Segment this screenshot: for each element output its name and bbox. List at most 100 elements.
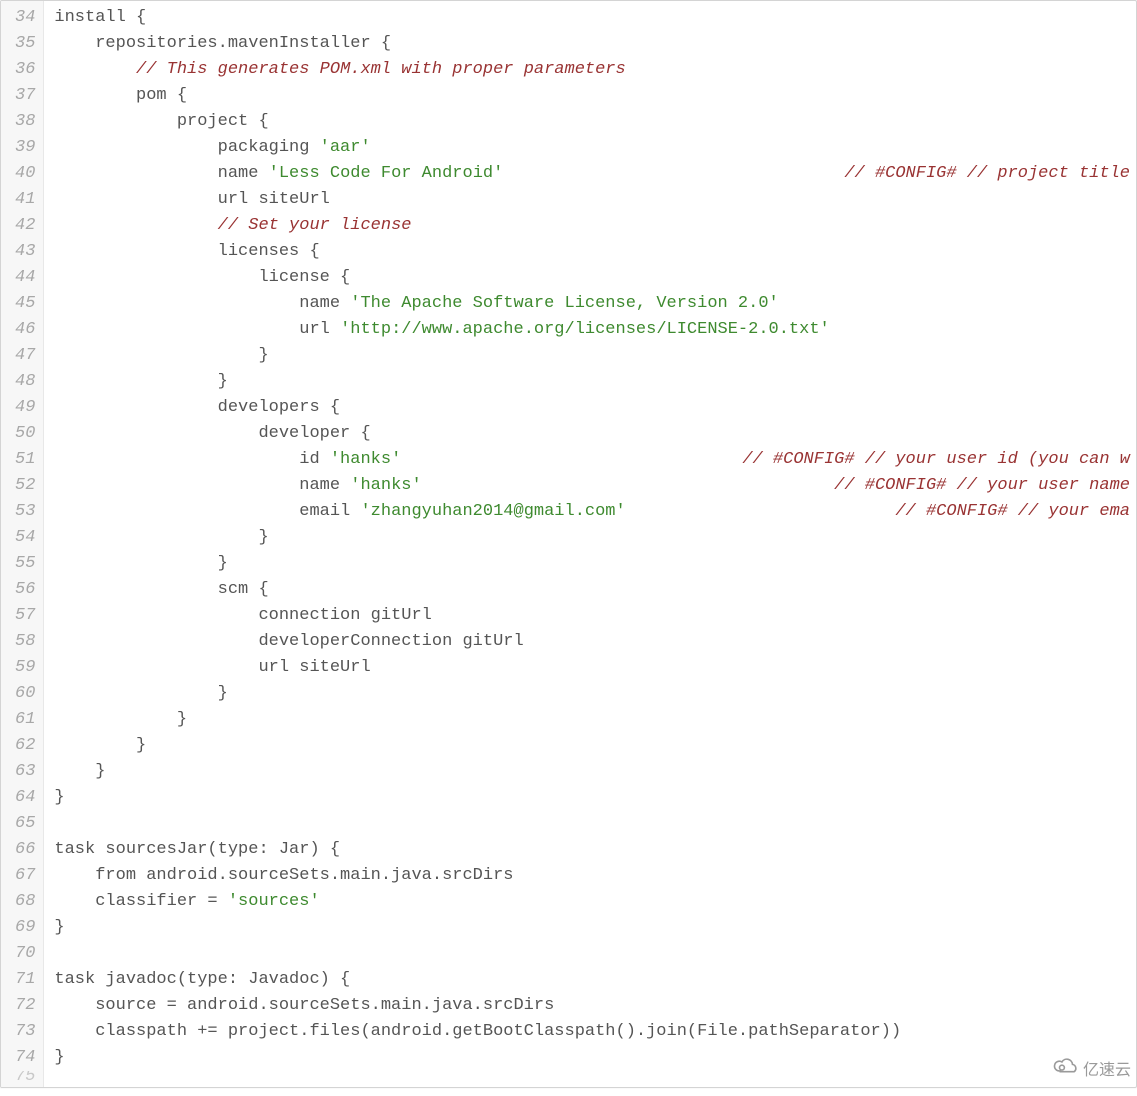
code-line[interactable]: install { (54, 5, 1136, 31)
code-token (54, 814, 64, 833)
line-number: 42 (15, 213, 35, 239)
comment-token: // #CONFIG# // project title (844, 164, 1130, 183)
code-token: name (54, 164, 268, 183)
code-line[interactable]: classifier = 'sources' (54, 889, 1136, 915)
string-token: 'The Apache Software License, Version 2.… (350, 294, 778, 313)
line-number: 46 (15, 317, 35, 343)
code-line[interactable]: project { (54, 109, 1136, 135)
code-line[interactable]: url 'http://www.apache.org/licenses/LICE… (54, 317, 1136, 343)
comment-token: // #CONFIG# // your user name (834, 476, 1130, 495)
line-number: 57 (15, 603, 35, 629)
line-number: 48 (15, 369, 35, 395)
code-line[interactable]: developerConnection gitUrl (54, 629, 1136, 655)
code-line[interactable]: } (54, 915, 1136, 941)
code-token: } (54, 762, 105, 781)
code-line[interactable]: task javadoc(type: Javadoc) { (54, 967, 1136, 993)
code-line[interactable]: license { (54, 265, 1136, 291)
code-area[interactable]: install { repositories.mavenInstaller { … (44, 1, 1136, 1087)
code-token: } (54, 554, 227, 573)
code-line[interactable]: } (54, 551, 1136, 577)
comment-token: // Set your license (218, 216, 412, 235)
line-number: 69 (15, 915, 35, 941)
code-line[interactable]: repositories.mavenInstaller { (54, 31, 1136, 57)
code-line[interactable]: name 'The Apache Software License, Versi… (54, 291, 1136, 317)
code-line[interactable]: url siteUrl (54, 187, 1136, 213)
line-number: 47 (15, 343, 35, 369)
code-token: name (54, 294, 350, 313)
code-line[interactable]: connection gitUrl (54, 603, 1136, 629)
code-token: task sourcesJar(type: Jar) { (54, 840, 340, 859)
code-line[interactable]: id 'hanks'// #CONFIG# // your user id (y… (54, 447, 1136, 473)
code-line[interactable]: developers { (54, 395, 1136, 421)
string-token: 'http://www.apache.org/licenses/LICENSE-… (340, 320, 830, 339)
code-line[interactable]: pom { (54, 83, 1136, 109)
code-line[interactable]: } (54, 525, 1136, 551)
string-token: 'aar' (320, 138, 371, 157)
code-token: } (54, 736, 146, 755)
line-number: 74 (15, 1045, 35, 1071)
code-token: task javadoc(type: Javadoc) { (54, 970, 350, 989)
code-line[interactable]: task sourcesJar(type: Jar) { (54, 837, 1136, 863)
line-number: 58 (15, 629, 35, 655)
code-token (54, 60, 136, 79)
watermark: 亿速云 (1053, 1056, 1131, 1080)
line-number: 61 (15, 707, 35, 733)
code-line[interactable]: } (54, 343, 1136, 369)
code-token: id (54, 450, 329, 469)
code-token: developers { (54, 398, 340, 417)
code-line[interactable]: source = android.sourceSets.main.java.sr… (54, 993, 1136, 1019)
code-token: packaging (54, 138, 319, 157)
code-token: classifier = (54, 892, 227, 911)
code-line[interactable]: packaging 'aar' (54, 135, 1136, 161)
code-line[interactable]: scm { (54, 577, 1136, 603)
code-token: pom { (54, 86, 187, 105)
code-line[interactable]: } (54, 759, 1136, 785)
line-number: 43 (15, 239, 35, 265)
code-line[interactable] (54, 811, 1136, 837)
code-line[interactable]: developer { (54, 421, 1136, 447)
code-line[interactable]: } (54, 707, 1136, 733)
code-line[interactable]: name 'Less Code For Android' // #CONFIG# … (54, 161, 1136, 187)
code-line[interactable]: email 'zhangyuhan2014@gmail.com'// #CONF… (54, 499, 1136, 525)
code-line[interactable] (54, 941, 1136, 967)
line-number: 63 (15, 759, 35, 785)
comment-token: // #CONFIG# // your user id (you can w (742, 450, 1130, 469)
line-number: 71 (15, 967, 35, 993)
code-line[interactable]: } (54, 733, 1136, 759)
code-line[interactable]: from android.sourceSets.main.java.srcDir… (54, 863, 1136, 889)
line-number: 67 (15, 863, 35, 889)
code-token: } (54, 372, 227, 391)
code-line[interactable]: } (54, 369, 1136, 395)
code-token: connection gitUrl (54, 606, 431, 625)
code-token: } (54, 346, 268, 365)
code-line[interactable]: } (54, 681, 1136, 707)
string-token: 'Less Code For Android' (269, 164, 504, 183)
string-token: 'hanks' (350, 476, 421, 495)
line-number: 56 (15, 577, 35, 603)
line-number: 62 (15, 733, 35, 759)
line-number: 50 (15, 421, 35, 447)
line-number: 66 (15, 837, 35, 863)
code-token: url siteUrl (54, 658, 370, 677)
code-editor[interactable]: 3435363738394041424344454647484950515253… (0, 0, 1137, 1088)
line-number: 37 (15, 83, 35, 109)
line-number: 36 (15, 57, 35, 83)
code-line[interactable]: // Set your license (54, 213, 1136, 239)
watermark-text: 亿速云 (1083, 1056, 1131, 1080)
line-number: 60 (15, 681, 35, 707)
code-line[interactable]: // This generates POM.xml with proper pa… (54, 57, 1136, 83)
code-line[interactable]: } (54, 785, 1136, 811)
code-line[interactable]: name 'hanks'// #CONFIG# // your user nam… (54, 473, 1136, 499)
string-token: 'sources' (228, 892, 320, 911)
code-token: } (54, 788, 64, 807)
code-token: } (54, 528, 268, 547)
code-token: } (54, 710, 187, 729)
code-line[interactable]: licenses { (54, 239, 1136, 265)
code-line[interactable]: classpath += project.files(android.getBo… (54, 1019, 1136, 1045)
code-token: } (54, 918, 64, 937)
code-token: from android.sourceSets.main.java.srcDir… (54, 866, 513, 885)
code-line[interactable]: } (54, 1045, 1136, 1071)
code-token: source = android.sourceSets.main.java.sr… (54, 996, 554, 1015)
code-token: project { (54, 112, 268, 131)
code-line[interactable]: url siteUrl (54, 655, 1136, 681)
